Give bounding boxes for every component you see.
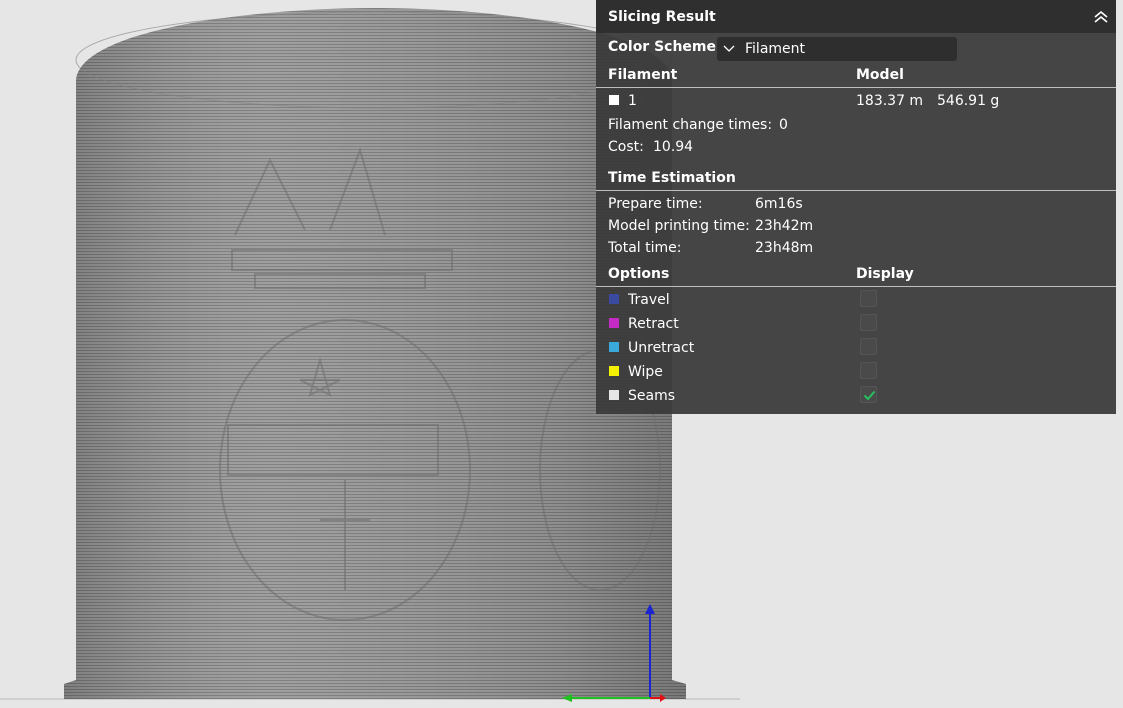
unretract-color-swatch	[609, 342, 619, 352]
option-label: Wipe	[628, 364, 663, 380]
color-scheme-value: Filament	[745, 41, 806, 57]
option-label: Retract	[628, 316, 679, 332]
cost-value: 10.94	[653, 139, 694, 155]
total-time-value: 23h48m	[755, 240, 814, 256]
option-label: Unretract	[628, 340, 695, 356]
retract-color-swatch	[609, 318, 619, 328]
collapse-button[interactable]	[1092, 9, 1110, 25]
prepare-time-label: Prepare time:	[608, 196, 703, 212]
divider	[596, 286, 1116, 287]
filament-weight: 546.91 g	[937, 93, 1000, 109]
checkmark-icon	[863, 390, 876, 401]
filament-change-value: 0	[779, 117, 788, 133]
color-scheme-dropdown[interactable]: Filament	[717, 37, 957, 61]
divider	[596, 87, 1116, 88]
filament-header: Filament	[608, 67, 678, 83]
options-header: Options	[608, 266, 670, 282]
display-header: Display	[856, 266, 914, 282]
wipe-display-checkbox[interactable]	[860, 362, 877, 379]
time-estimation-header: Time Estimation	[608, 170, 736, 186]
model-printing-time-value: 23h42m	[755, 218, 814, 234]
filament-id: 1	[628, 93, 637, 109]
unretract-display-checkbox[interactable]	[860, 338, 877, 355]
printed-model-cylinder[interactable]	[64, 8, 686, 699]
filament-change-label: Filament change times:	[608, 117, 773, 133]
travel-color-swatch	[609, 294, 619, 304]
chevron-down-icon	[723, 45, 735, 52]
prepare-time-value: 6m16s	[755, 196, 803, 212]
option-label: Travel	[628, 292, 670, 308]
total-time-label: Total time:	[608, 240, 682, 256]
option-label: Seams	[628, 388, 676, 404]
filament-length: 183.37 m	[856, 93, 924, 109]
retract-display-checkbox[interactable]	[860, 314, 877, 331]
model-printing-time-label: Model printing time:	[608, 218, 750, 234]
filament-color-swatch	[609, 95, 619, 105]
wipe-color-swatch	[609, 366, 619, 376]
cost-label: Cost:	[608, 139, 644, 155]
double-chevron-up-icon	[1094, 10, 1108, 23]
color-scheme-label: Color Scheme	[608, 39, 717, 55]
divider	[596, 190, 1116, 191]
model-header: Model	[856, 67, 904, 83]
seams-color-swatch	[609, 390, 619, 400]
seams-display-checkbox[interactable]	[860, 386, 877, 403]
slicing-result-panel: Slicing Result Color Scheme Filament Fil…	[596, 0, 1116, 414]
travel-display-checkbox[interactable]	[860, 290, 877, 307]
panel-title: Slicing Result	[608, 9, 716, 25]
